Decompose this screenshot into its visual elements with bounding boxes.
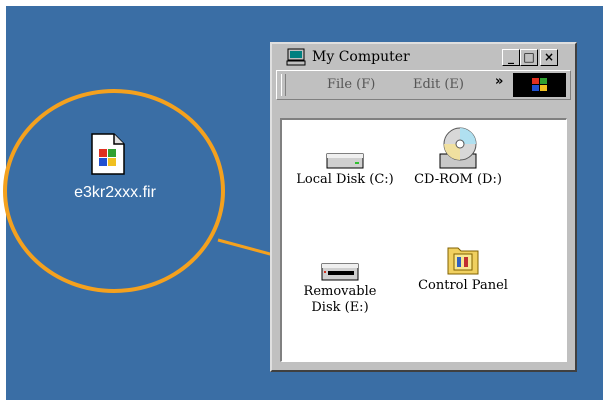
local-disk-c[interactable]: Local Disk (C:) [286, 150, 404, 188]
toolbar-grip[interactable] [281, 74, 286, 96]
firmware-file-icon[interactable] [90, 132, 126, 176]
removable-disk-icon [321, 263, 359, 281]
menu-more-chevron[interactable]: » [495, 74, 503, 89]
control-panel-icon [447, 247, 479, 275]
minimize-button[interactable]: _ [502, 49, 520, 66]
removable-disk-e[interactable]: Removable Disk (E:) [290, 260, 390, 316]
windows-logo [513, 73, 566, 97]
menu-edit-label: Edit [413, 77, 441, 92]
control-panel[interactable]: Control Panel [408, 242, 518, 294]
menu-file[interactable]: File (F) [327, 77, 375, 92]
menu-edit[interactable]: Edit (E) [413, 77, 464, 92]
cd-rom-label: CD-ROM (D:) [414, 172, 502, 187]
hard-drive-icon [326, 153, 364, 169]
menu-file-label: File [327, 77, 353, 92]
menu-edit-key: (E) [444, 77, 464, 92]
local-disk-label: Local Disk (C:) [296, 172, 394, 187]
cd-rom-icon [439, 127, 477, 169]
drive-list: Local Disk (C:) CD-ROM (D:) Removable Di… [280, 118, 567, 362]
close-button[interactable]: × [540, 49, 558, 66]
menu-file-key: (F) [356, 77, 376, 92]
control-panel-label: Control Panel [418, 278, 508, 293]
menu-bar: File (F) Edit (E) » [276, 70, 571, 100]
window-title: My Computer [312, 49, 410, 65]
removable-disk-label-line1: Removable [303, 284, 377, 299]
file-name-label: e3kr2xxx.fir [74, 184, 156, 201]
title-bar[interactable]: My Computer _ □ × [274, 46, 573, 68]
windows-flag-icon [532, 78, 547, 91]
cd-rom-d[interactable]: CD-ROM (D:) [402, 126, 514, 188]
maximize-button[interactable]: □ [520, 49, 538, 66]
removable-disk-label-line2: Disk (E:) [311, 300, 369, 315]
computer-icon [286, 48, 306, 66]
my-computer-window[interactable]: My Computer _ □ × File (F) Edit (E) » Lo… [270, 42, 577, 372]
